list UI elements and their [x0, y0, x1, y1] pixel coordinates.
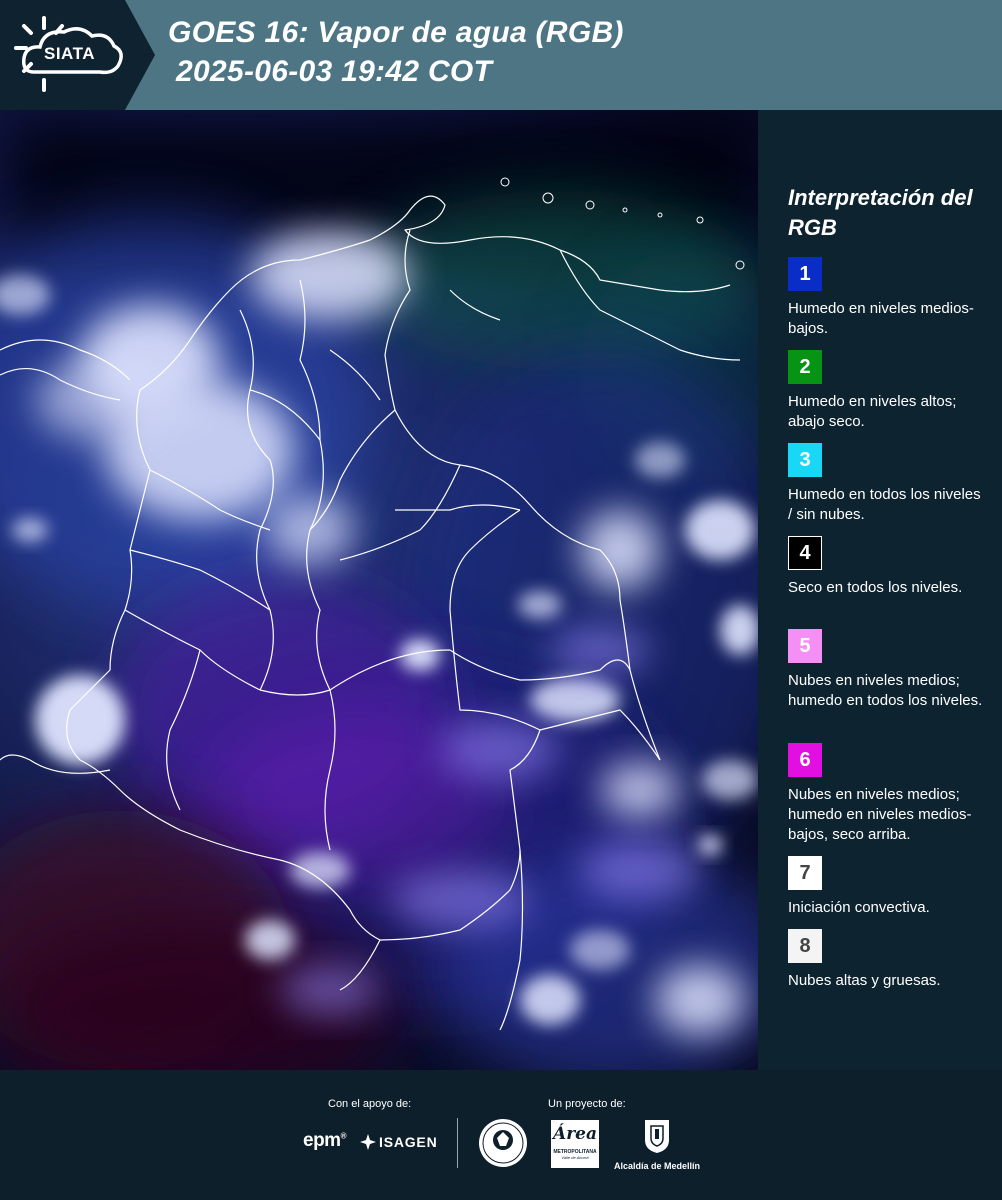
- support-caption: Con el apoyo de:: [328, 1098, 412, 1110]
- legend-title: Interpretación del RGB: [788, 185, 973, 240]
- legend-item: 7 Iniciación convectiva.: [788, 856, 988, 918]
- legend-description-3: Humedo en todos los niveles / sin nubes.: [788, 486, 981, 523]
- medellin-wordmark: Alcaldía de Medellín: [613, 1161, 701, 1171]
- footer-divider: [457, 1118, 458, 1168]
- epm-logo[interactable]: epm®: [303, 1130, 347, 1152]
- legend-item: 4 Seco en todos los niveles.: [788, 536, 988, 598]
- header-bar: SIATA GOES 16: Vapor de agua (RGB) 2025-…: [0, 0, 1002, 110]
- legend-item: 5 Nubes en niveles medios; humedo en todo…: [788, 629, 988, 711]
- legend-description-7: Iniciación convectiva.: [788, 899, 930, 916]
- legend-description-5: Nubes en niveles medios; humedo en todos…: [788, 672, 983, 709]
- page-timestamp: 2025-06-03 19:42 COT: [176, 55, 493, 88]
- legend-swatch-2: 2: [788, 350, 822, 384]
- alcaldia-medellin-logo[interactable]: Alcaldía de Medellín: [612, 1118, 702, 1171]
- legend-description-8: Nubes altas y gruesas.: [788, 972, 941, 989]
- legend-description-6: Nubes en niveles medios; humedo en nivel…: [788, 786, 972, 843]
- legend-swatch-7: 7: [788, 856, 822, 890]
- siata-logo[interactable]: SIATA: [0, 0, 155, 110]
- legend-item: 3 Humedo en todos los niveles / sin nubes…: [788, 443, 988, 525]
- legend-description-4: Seco en todos los niveles.: [788, 579, 963, 596]
- footer-bar: Con el apoyo de: Un proyecto de: epm® IS…: [0, 1070, 1002, 1200]
- area-wordmark: Área: [553, 1124, 597, 1144]
- legend-swatch-5: 5: [788, 629, 822, 663]
- legend-item: 8 Nubes altas y gruesas.: [788, 929, 988, 991]
- coat-of-arms-icon: [645, 1120, 669, 1153]
- area-metropolitana-logo[interactable]: Área METROPOLITANA Valle de Aburrá: [551, 1120, 599, 1168]
- legend-item: 2 Humedo en niveles altos; abajo seco.: [788, 350, 988, 432]
- legend-swatch-6: 6: [788, 743, 822, 777]
- legend-swatch-8: 8: [788, 929, 822, 963]
- legend-swatch-3: 3: [788, 443, 822, 477]
- isagen-wordmark: ISAGEN: [379, 1134, 438, 1150]
- area-subtitle-2: Valle de Aburrá: [561, 1155, 589, 1160]
- project-caption: Un proyecto de:: [548, 1098, 626, 1110]
- rgb-legend-panel: Interpretación del RGB 1 Humedo en nivele…: [758, 110, 1002, 1070]
- satellite-image: [0, 110, 758, 1070]
- seal-logo[interactable]: [478, 1118, 528, 1168]
- legend-swatch-1: 1: [788, 257, 822, 291]
- legend-item: 1 Humedo en niveles medios-bajos.: [788, 257, 988, 339]
- page-title: GOES 16: Vapor de agua (RGB): [168, 16, 624, 49]
- legend-swatch-4: 4: [788, 536, 822, 570]
- legend-description-2: Humedo en niveles altos; abajo seco.: [788, 393, 957, 430]
- epm-wordmark: epm: [303, 1130, 341, 1151]
- isagen-star-icon: [360, 1134, 376, 1150]
- water-vapor-rgb-map: [0, 110, 758, 1070]
- isagen-logo[interactable]: ISAGEN: [360, 1134, 437, 1150]
- legend-description-1: Humedo en niveles medios-bajos.: [788, 300, 974, 337]
- legend-item: 6 Nubes en niveles medios; humedo en nive…: [788, 743, 988, 845]
- logo-wordmark: SIATA: [44, 44, 95, 63]
- registered-mark: ®: [340, 1131, 347, 1141]
